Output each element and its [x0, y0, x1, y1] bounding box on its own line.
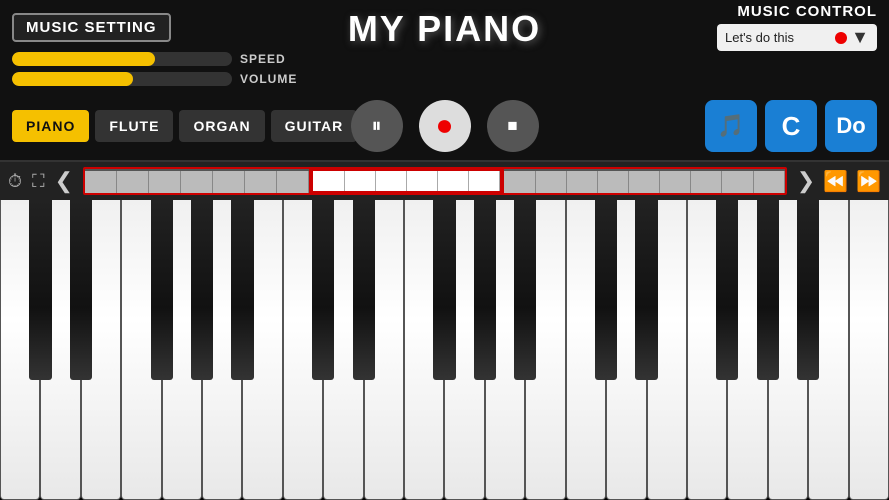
volume-label: VOLUME [240, 72, 297, 86]
stop-button[interactable]: ⏹ [487, 100, 539, 152]
black-key[interactable] [70, 200, 92, 380]
instrument-buttons: PIANO FLUTE ORGAN GUITAR [12, 110, 357, 142]
flute-button[interactable]: FLUTE [95, 110, 173, 142]
black-key[interactable] [433, 200, 455, 380]
music-setting-label: MUSIC SETTING [12, 13, 171, 42]
chevron-down-icon[interactable]: ▼ [851, 27, 869, 48]
black-key[interactable] [353, 200, 375, 380]
playback-controls: ⏸ ⏺ ⏹ [351, 100, 539, 152]
black-key[interactable] [635, 200, 657, 380]
controls-row: PIANO FLUTE ORGAN GUITAR ⏸ ⏺ ⏹ 🎵 C Do [0, 92, 889, 156]
music-control-section: MUSIC CONTROL Let's do this ▼ [717, 3, 877, 51]
black-key[interactable] [151, 200, 173, 380]
piano-nav-bar: ⏱ ⛶ ❮ [0, 160, 889, 200]
right-arrow-icon[interactable]: ❯ [797, 168, 815, 194]
fast-forward-icon[interactable]: ⏩ [856, 169, 881, 194]
note-c-button[interactable]: C [765, 100, 817, 152]
volume-slider-track[interactable] [12, 72, 232, 86]
volume-slider-row: VOLUME [12, 72, 877, 86]
black-key[interactable] [797, 200, 819, 380]
speed-slider-track[interactable] [12, 52, 232, 66]
app-title: MY PIANO [348, 8, 541, 50]
music-control-dropdown[interactable]: Let's do this ▼ [717, 24, 877, 51]
black-key[interactable] [312, 200, 334, 380]
rewind-icon[interactable]: ⏪ [823, 169, 848, 194]
piano-mini-scroll[interactable] [83, 167, 787, 195]
expand-icon[interactable]: ⛶ [32, 171, 45, 192]
black-key[interactable] [716, 200, 738, 380]
speed-slider-fill [12, 52, 155, 66]
piano-section [0, 200, 889, 500]
guitar-button[interactable]: GUITAR [271, 110, 358, 142]
black-key[interactable] [595, 200, 617, 380]
right-controls: 🎵 C Do [705, 100, 877, 152]
black-key[interactable] [514, 200, 536, 380]
piano-button[interactable]: PIANO [12, 110, 89, 142]
sliders-row: SPEED VOLUME [0, 52, 889, 86]
speed-label: SPEED [240, 52, 295, 66]
nav-left-icons: ⏱ ⛶ ❮ [8, 168, 73, 194]
top-bar: MUSIC SETTING MY PIANO MUSIC CONTROL Let… [0, 0, 889, 160]
record-dot-icon [835, 32, 847, 44]
speed-slider-row: SPEED [12, 52, 877, 66]
organ-button[interactable]: ORGAN [179, 110, 264, 142]
music-note-button[interactable]: 🎵 [705, 100, 757, 152]
note-do-button[interactable]: Do [825, 100, 877, 152]
dropdown-selected-text: Let's do this [725, 30, 835, 45]
nav-right-icons: ❯ ⏪ ⏩ [797, 168, 881, 194]
left-arrow-icon[interactable]: ❮ [55, 168, 73, 194]
black-key[interactable] [474, 200, 496, 380]
pause-button[interactable]: ⏸ [351, 100, 403, 152]
black-key[interactable] [757, 200, 779, 380]
black-key[interactable] [191, 200, 213, 380]
volume-slider-fill [12, 72, 133, 86]
header-row: MUSIC SETTING MY PIANO MUSIC CONTROL Let… [0, 0, 889, 50]
music-control-label: MUSIC CONTROL [737, 3, 877, 20]
timer-icon[interactable]: ⏱ [8, 171, 22, 192]
white-key[interactable] [849, 200, 889, 500]
record-button[interactable]: ⏺ [419, 100, 471, 152]
black-key[interactable] [231, 200, 253, 380]
black-key[interactable] [29, 200, 51, 380]
